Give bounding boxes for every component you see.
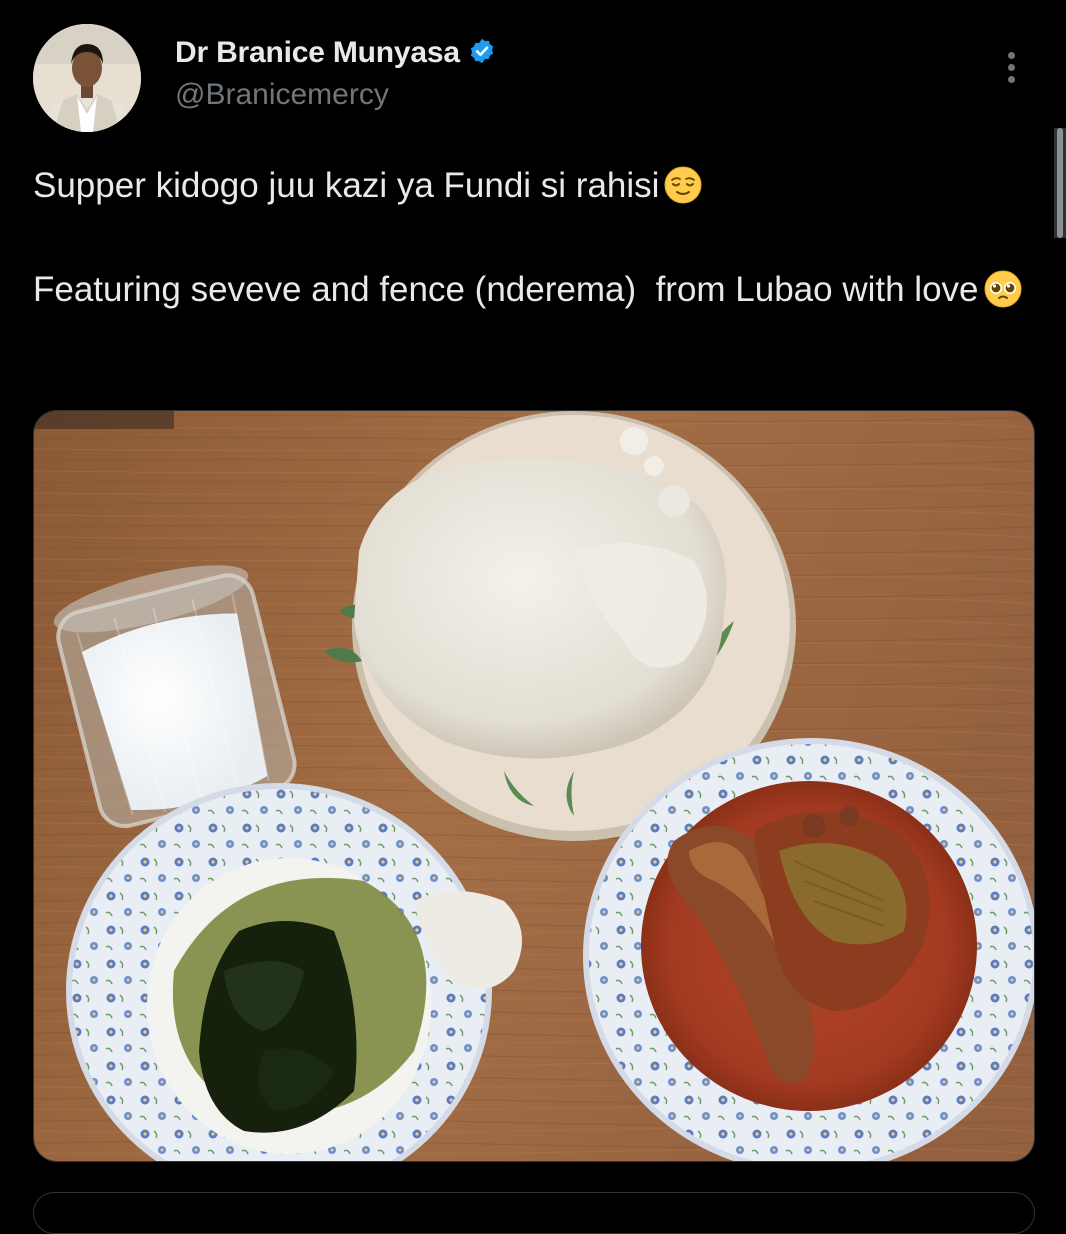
- author-avatar[interactable]: [33, 24, 141, 132]
- author-handle[interactable]: @Branicemercy: [175, 78, 389, 112]
- tweet-text-line: Supper kidogo juu kazi ya Fundi si rahis…: [33, 160, 1043, 212]
- pleading-face-icon: [983, 269, 1023, 309]
- next-card-edge: [33, 1192, 1035, 1234]
- scrollbar[interactable]: [1054, 128, 1066, 238]
- more-horizontal-icon: [1008, 52, 1015, 59]
- more-options-button[interactable]: [1000, 48, 1024, 88]
- verified-badge-icon: [468, 37, 496, 70]
- tweet-text: Supper kidogo juu kazi ya Fundi si rahis…: [33, 160, 1043, 316]
- relieved-face-icon: [663, 165, 703, 205]
- food-photo: [34, 411, 1034, 1161]
- tweet-text-line: Featuring seveve and fence (nderema) fro…: [33, 264, 1043, 316]
- author-name[interactable]: Dr Branice Munyasa: [175, 36, 460, 70]
- author-name-row: Dr Branice Munyasa: [175, 36, 496, 70]
- scrollbar-thumb[interactable]: [1057, 128, 1063, 238]
- tweet-photo[interactable]: [33, 410, 1035, 1162]
